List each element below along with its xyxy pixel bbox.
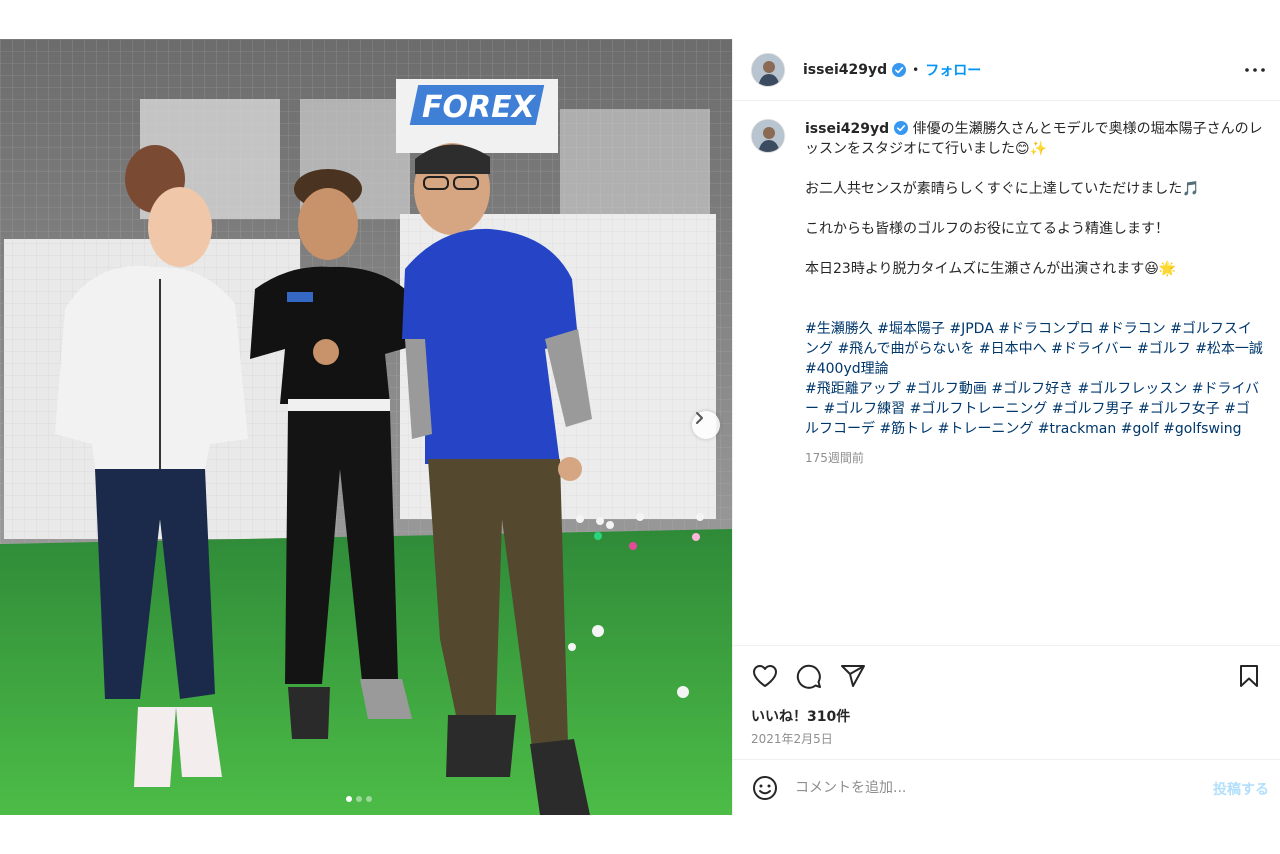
comment-icon [796, 664, 821, 689]
comment-bar: 投稿する [733, 759, 1280, 815]
share-button[interactable] [839, 662, 867, 690]
post-header: issei429yd • フォロー [733, 39, 1280, 101]
more-horizontal-icon [1245, 68, 1265, 72]
follow-button[interactable]: フォロー [925, 60, 981, 80]
avatar-image [752, 53, 784, 86]
verified-badge-icon [892, 62, 907, 77]
caption-line-1: issei429yd 俳優の生瀬勝久さんとモデルで奥様の堀本陽子さんのレッスンを… [805, 119, 1263, 159]
slide-dot [356, 796, 362, 802]
next-slide-button[interactable] [692, 411, 720, 439]
hashtags-block-2[interactable]: #飛距離アップ #ゴルフ動画 #ゴルフ好き #ゴルフレッスン #ドライバー #ゴ… [805, 379, 1263, 439]
smiley-icon [753, 775, 777, 800]
post-sidebar: issei429yd • フォロー issei429yd 俳優の生瀬勝久さんとモ… [732, 39, 1280, 815]
send-icon [841, 665, 865, 687]
caption-username[interactable]: issei429yd [805, 121, 889, 137]
photo-illustration: FOREX [0, 39, 732, 815]
caption-text: issei429yd 俳優の生瀬勝久さんとモデルで奥様の堀本陽子さんのレッスンを… [805, 119, 1263, 468]
verified-badge-icon [894, 121, 909, 135]
caption-comment: issei429yd 俳優の生瀬勝久さんとモデルで奥様の堀本陽子さんのレッスンを… [751, 119, 1263, 468]
post-modal: FOREX issei429yd • フォロー issei429yd 俳優の生瀬… [0, 39, 1280, 815]
like-button[interactable] [751, 662, 779, 690]
forex-sign-text: FOREX [422, 90, 537, 125]
comment-button[interactable] [795, 662, 823, 690]
post-photo[interactable]: FOREX [0, 39, 732, 815]
caption-avatar[interactable] [751, 119, 785, 153]
caption-paragraph-2: お二人共センスが素晴らしくすぐに上達していただけました🎵 [805, 181, 1200, 197]
caption-paragraph-4: 本日23時より脱力タイムズに生瀬さんが出演されます😆🌟 [805, 261, 1177, 277]
post-date[interactable]: 2021年2月5日 [751, 730, 833, 747]
slide-dot [366, 796, 372, 802]
more-options-button[interactable] [1243, 58, 1267, 82]
caption-time-ago[interactable]: 175週間前 [805, 448, 1263, 468]
bookmark-icon [1240, 665, 1258, 687]
header-username[interactable]: issei429yd [803, 62, 887, 78]
header-separator: • [912, 62, 920, 77]
caption-paragraph-3: これからも皆様のゴルフのお役に立てるよう精進します！ [805, 221, 1169, 237]
like-count[interactable]: いいね！310件 [751, 706, 850, 726]
hashtags-block-1[interactable]: #生瀬勝久 #堀本陽子 #JPDA #ドラコンプロ #ドラコン #ゴルフスイング… [805, 319, 1263, 379]
avatar[interactable] [751, 52, 785, 87]
save-button[interactable] [1235, 662, 1263, 690]
avatar-image [752, 120, 784, 152]
slide-indicator [346, 796, 372, 802]
comment-input[interactable] [795, 779, 1185, 796]
action-icons [751, 662, 1263, 690]
chevron-right-icon [696, 412, 703, 424]
emoji-button[interactable] [751, 774, 779, 802]
heart-icon [753, 665, 777, 687]
slide-dot-active [346, 796, 352, 802]
caption-area: issei429yd 俳優の生瀬勝久さんとモデルで奥様の堀本陽子さんのレッスンを… [733, 101, 1280, 645]
post-comment-button[interactable]: 投稿する [1213, 779, 1269, 799]
